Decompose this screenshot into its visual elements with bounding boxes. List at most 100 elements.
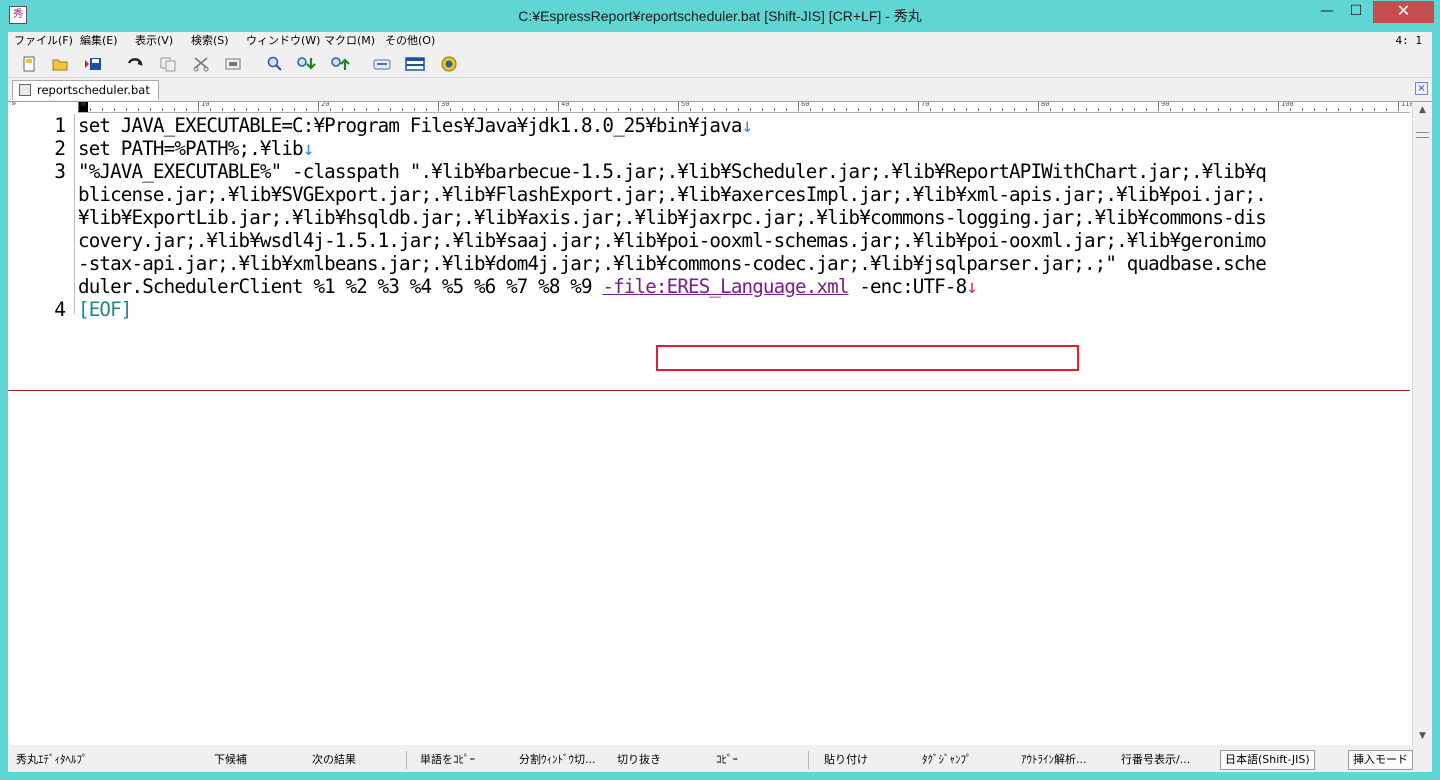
minimize-icon[interactable]: — xyxy=(1314,1,1340,23)
editor-window: 秀 C:¥EspressReport¥reportscheduler.bat [… xyxy=(0,0,1440,780)
status-copy-word[interactable]: 単語をｺﾋﾟｰ xyxy=(420,748,475,772)
text-editor[interactable]: » 0 10 20 30 40 50 60 70 80 90 100 110 1 2 3 4 set … xyxy=(8,101,1432,745)
cut-icon[interactable] xyxy=(192,55,210,73)
ruler-tick xyxy=(726,108,727,111)
document-icon xyxy=(19,84,31,96)
menu-edit[interactable]: 編集(E) xyxy=(80,32,118,50)
ruler-tick xyxy=(1302,108,1303,111)
ruler-tick xyxy=(1050,108,1051,111)
ruler-label: 80 xyxy=(1041,101,1050,108)
ruler-tick xyxy=(426,108,427,111)
ruler-tick xyxy=(750,108,751,111)
paste-icon[interactable] xyxy=(224,55,242,73)
save-icon[interactable] xyxy=(84,55,102,73)
scroll-up-icon[interactable]: ▲ xyxy=(1413,102,1432,119)
ruler-tick xyxy=(378,108,379,111)
line-number: 4 xyxy=(54,298,66,321)
search-up-icon[interactable] xyxy=(330,55,350,73)
ruler-tick xyxy=(90,108,91,111)
ruler-tick xyxy=(594,108,595,111)
code-line-wrap[interactable]: -stax-api.jar;.¥lib¥xmlbeans.jar;.¥lib¥d… xyxy=(78,252,1267,275)
line-number-gutter: 1 2 3 4 xyxy=(8,114,72,744)
menu-file[interactable]: ファイル(F) xyxy=(14,32,73,50)
search-down-icon[interactable] xyxy=(296,55,316,73)
code-line-wrap[interactable]: covery.jar;.¥lib¥wsdl4j-1.5.1.jar;.¥lib¥… xyxy=(78,229,1267,252)
close-icon[interactable]: ✕ xyxy=(1373,1,1434,23)
ruler-tick xyxy=(246,108,247,111)
ruler-label: 100 xyxy=(1281,101,1294,108)
split-window-icon[interactable] xyxy=(405,55,425,73)
ruler-tick xyxy=(1026,108,1027,111)
menu-search[interactable]: 検索(S) xyxy=(191,32,229,50)
highlight-box xyxy=(656,345,1079,371)
code-line[interactable]: "%JAVA_EXECUTABLE%" -classpath ".¥lib¥ba… xyxy=(78,160,1267,183)
eol-mark: ↓ xyxy=(302,137,315,160)
status-cut[interactable]: 切り抜き xyxy=(617,748,661,772)
ruler-tick xyxy=(1206,108,1207,111)
status-tag-jump[interactable]: ﾀｸﾞｼﾞｬﾝﾌﾟ xyxy=(922,748,972,772)
status-hidemaru-help[interactable]: 秀丸ｴﾃﾞｨﾀﾍﾙﾌﾟ xyxy=(16,748,88,772)
ruler-tick xyxy=(930,108,931,111)
keyboard-macro-icon[interactable] xyxy=(372,55,391,73)
code-text: -enc:UTF-8 xyxy=(848,275,967,298)
menu-view[interactable]: 表示(V) xyxy=(135,32,173,50)
ruler-tick xyxy=(126,108,127,111)
scroll-down-icon[interactable]: ▼ xyxy=(1413,728,1432,745)
ruler-tick xyxy=(438,102,439,111)
ruler-label: 50 xyxy=(681,101,690,108)
ruler-tick xyxy=(210,108,211,111)
ruler-tick xyxy=(942,108,943,111)
scroll-thumb[interactable] xyxy=(1416,132,1429,138)
ruler-tick xyxy=(1230,108,1231,111)
ruler-tick xyxy=(1158,102,1159,111)
ruler-tick xyxy=(1278,102,1279,111)
code-line-wrap[interactable]: blicense.jar;.¥lib¥SVGExport.jar;.¥lib¥F… xyxy=(78,183,1267,206)
title-bar[interactable]: 秀 C:¥EspressReport¥reportscheduler.bat [… xyxy=(0,0,1440,32)
status-next-candidate[interactable]: 下候補 xyxy=(214,748,247,772)
status-copy[interactable]: ｺﾋﾟｰ xyxy=(716,748,738,772)
ruler-tick xyxy=(1338,108,1339,111)
search-icon[interactable] xyxy=(266,55,284,73)
menu-window[interactable]: ウィンドウ(W) xyxy=(246,32,320,50)
ruler-tick xyxy=(402,108,403,111)
status-line-number-display[interactable]: 行番号表示/... xyxy=(1121,748,1190,772)
ruler-tick xyxy=(702,108,703,111)
ruler-tick xyxy=(582,108,583,111)
new-file-icon[interactable] xyxy=(20,55,38,73)
status-next-result[interactable]: 次の結果 xyxy=(312,748,356,772)
ruler-tick xyxy=(1266,108,1267,111)
status-split-window[interactable]: 分割ｳｨﾝﾄﾞｳ切... xyxy=(519,748,596,772)
ruler-tick xyxy=(1386,108,1387,111)
ruler-tick xyxy=(762,108,763,111)
ruler-label: 20 xyxy=(321,101,330,108)
ruler-tick xyxy=(846,108,847,111)
code-line-wrap[interactable]: ¥lib¥ExportLib.jar;.¥lib¥hsqldb.jar;.¥li… xyxy=(78,206,1267,229)
ruler-tick xyxy=(786,108,787,111)
status-paste[interactable]: 貼り付け xyxy=(824,748,868,772)
code-line[interactable]: set JAVA_EXECUTABLE=C:¥Program Files¥Jav… xyxy=(78,114,753,137)
undo-icon[interactable] xyxy=(126,55,144,73)
menu-other[interactable]: その他(O) xyxy=(385,32,435,50)
copy-icon[interactable] xyxy=(159,55,177,73)
code-line-wrap[interactable]: duler.SchedulerClient %1 %2 %3 %4 %5 %6 … xyxy=(78,275,978,298)
ruler-tick xyxy=(966,108,967,111)
tab-close-icon[interactable]: × xyxy=(1415,82,1428,95)
vertical-scrollbar[interactable]: ▲ ▼ xyxy=(1412,102,1432,745)
status-outline[interactable]: ｱｳﾄﾗｲﾝ解析... xyxy=(1021,748,1087,772)
ruler-tick xyxy=(1398,102,1399,111)
ruler-chevron: » xyxy=(11,101,17,109)
help-icon[interactable] xyxy=(440,55,458,73)
ruler-tick xyxy=(1314,108,1315,111)
maximize-icon[interactable]: ☐ xyxy=(1343,1,1369,23)
cursor-line-underline xyxy=(8,390,1410,391)
tab-reportscheduler[interactable]: reportscheduler.bat xyxy=(12,80,159,100)
ruler-tick xyxy=(342,108,343,111)
status-encoding[interactable]: 日本語(Shift-JIS) xyxy=(1220,750,1315,770)
status-insert-mode[interactable]: 挿入モード xyxy=(1348,750,1413,770)
code-line[interactable]: set PATH=%PATH%;.¥lib↓ xyxy=(78,137,315,160)
tab-bar: reportscheduler.bat × xyxy=(8,78,1432,100)
ruler-tick xyxy=(450,108,451,111)
open-folder-icon[interactable] xyxy=(51,55,69,73)
menu-macro[interactable]: マクロ(M) xyxy=(324,32,375,50)
ruler-tick xyxy=(186,108,187,111)
